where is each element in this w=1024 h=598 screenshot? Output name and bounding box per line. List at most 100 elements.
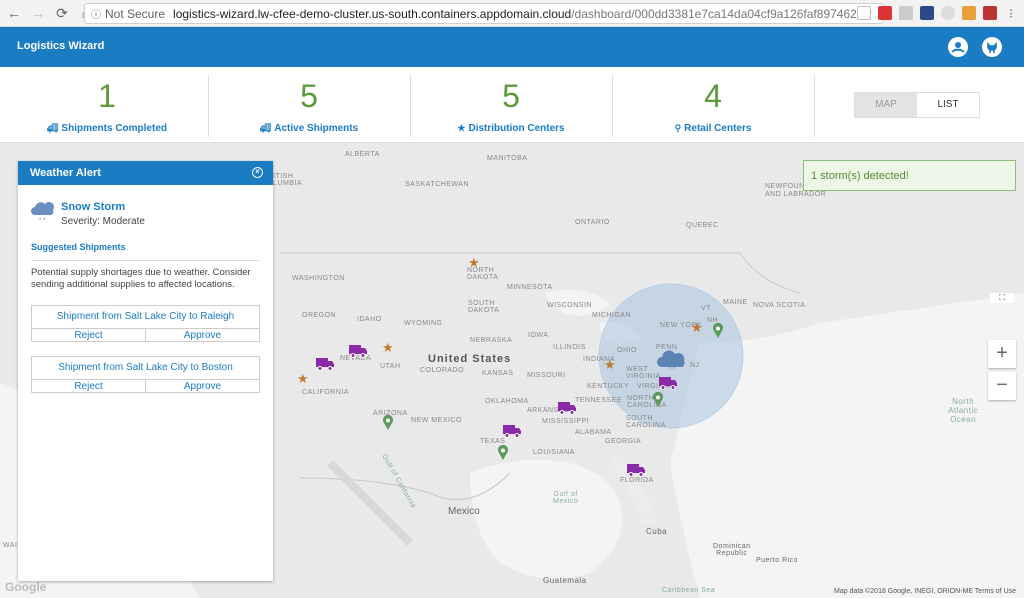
map-label: TEXAS xyxy=(480,438,506,445)
truck-icon: 🚚︎ xyxy=(46,123,59,133)
weather-alert-title: Weather Alert xyxy=(30,167,101,179)
app-header: Logistics Wizard xyxy=(0,27,1024,67)
snow-cloud-icon: * * xyxy=(31,202,54,223)
svg-text:* *: * * xyxy=(669,367,676,371)
extension-icon[interactable] xyxy=(941,6,955,20)
shipment-truck-icon[interactable] xyxy=(349,344,367,358)
map-label: Mexico xyxy=(448,506,480,517)
shipment-title[interactable]: Shipment from Salt Lake City to Boston xyxy=(32,357,259,380)
map-label: QUEBEC xyxy=(686,222,719,229)
star-icon: ★ xyxy=(457,123,466,133)
shipment-title[interactable]: Shipment from Salt Lake City to Raleigh xyxy=(32,306,259,329)
distribution-center-star-icon[interactable]: ★ xyxy=(691,320,703,336)
map-label: WYOMING xyxy=(404,320,443,327)
map-label: NOVA SCOTIA xyxy=(753,302,806,309)
retail-center-pin-icon[interactable] xyxy=(497,445,509,461)
map-label: Puerto Rico xyxy=(756,557,799,564)
list-view-button[interactable]: LIST xyxy=(917,93,979,117)
suggested-shipments-text: Potential supply shortages due to weathe… xyxy=(31,267,251,290)
map-view-button[interactable]: MAP xyxy=(855,93,917,117)
map-label: Caribbean Sea xyxy=(662,587,716,594)
app-title: Logistics Wizard xyxy=(17,40,105,52)
map-label: WISCONSIN xyxy=(547,302,592,309)
zoom-in-button[interactable]: + xyxy=(988,340,1016,368)
stat-value: 1 xyxy=(98,78,116,114)
approve-button[interactable]: Approve xyxy=(145,329,259,342)
stat-value: 5 xyxy=(502,78,520,114)
map-label: MISSISSIPPI xyxy=(542,418,590,425)
address-bar[interactable]: ⓘ Not Secure logistics-wizard.lw-cfee-de… xyxy=(84,3,884,24)
shipment-truck-icon[interactable] xyxy=(627,463,645,477)
extension-icon[interactable] xyxy=(899,6,913,20)
map-label: OKLAHOMA xyxy=(485,398,529,405)
reject-button[interactable]: Reject xyxy=(32,329,145,342)
map-label: KANSAS xyxy=(482,370,514,377)
distribution-center-star-icon[interactable]: ★ xyxy=(468,255,480,271)
retail-center-pin-icon[interactable] xyxy=(712,323,724,339)
stats-row: 1 🚚︎ Shipments Completed 5 🚚︎ Active Shipm… xyxy=(0,67,1024,143)
weather-alert-header: Weather Alert × xyxy=(18,161,273,185)
map-label: VT xyxy=(701,305,711,312)
menu-icon[interactable]: ⋮ xyxy=(1004,6,1018,20)
close-icon[interactable]: × xyxy=(252,167,263,178)
fullscreen-button[interactable]: ⛶ xyxy=(990,293,1014,303)
stat-label: Shipments Completed xyxy=(61,123,167,134)
map-label: NEW MEXICO xyxy=(411,417,462,424)
map-label: Dominican Republic xyxy=(713,543,751,557)
reload-icon[interactable]: ⟳ xyxy=(52,3,72,23)
map-label: UTAH xyxy=(380,363,401,370)
back-icon[interactable]: ← xyxy=(4,3,24,23)
map-label: MANITOBA xyxy=(487,155,528,162)
map-label: SOUTH CAROLINA xyxy=(626,415,666,429)
stat-value: 5 xyxy=(300,78,318,114)
map-label: IDAHO xyxy=(357,316,382,323)
google-logo: Google xyxy=(5,580,47,594)
distribution-center-star-icon[interactable]: ★ xyxy=(604,357,616,373)
shipment-truck-icon[interactable] xyxy=(503,424,521,438)
retail-center-pin-icon[interactable] xyxy=(382,415,394,431)
storm-name: Snow Storm xyxy=(61,201,126,213)
map-label: AND LABRADOR xyxy=(765,191,827,198)
shipment-truck-icon[interactable] xyxy=(558,401,576,415)
view-toggle-container: MAP LIST xyxy=(814,67,1024,143)
map-label: IOWA xyxy=(528,332,549,339)
extension-icon[interactable] xyxy=(878,6,892,20)
shipment-truck-icon[interactable] xyxy=(659,376,677,390)
github-icon[interactable] xyxy=(982,37,1002,57)
shipment-truck-icon[interactable] xyxy=(316,357,334,371)
stat-retail-centers[interactable]: 4 ⚲ Retail Centers xyxy=(612,67,814,143)
map-credit: Map data ©2018 Google, INEGI, ORION-ME T… xyxy=(834,588,1017,595)
extension-icon[interactable] xyxy=(920,6,934,20)
user-icon[interactable] xyxy=(948,37,968,57)
extension-icon[interactable] xyxy=(857,6,871,20)
map-label: ONTARIO xyxy=(575,219,610,226)
map-label: OHIO xyxy=(617,347,637,354)
map-label: ALABAMA xyxy=(575,429,612,436)
storm-toast: 1 storm(s) detected! xyxy=(803,160,1016,191)
stat-active-shipments[interactable]: 5 🚚︎ Active Shipments xyxy=(208,67,410,143)
forward-icon[interactable]: → xyxy=(28,3,48,23)
stat-distribution-centers[interactable]: 5 ★ Distribution Centers xyxy=(410,67,612,143)
map-label: Cuba xyxy=(646,527,668,536)
map-label: KENTUCKY xyxy=(587,383,630,390)
snow-storm-cloud-icon[interactable]: * * xyxy=(656,349,688,371)
stat-value: 4 xyxy=(704,78,722,114)
stat-shipments-completed[interactable]: 1 🚚︎ Shipments Completed xyxy=(6,67,208,143)
distribution-center-star-icon[interactable]: ★ xyxy=(297,371,309,387)
retail-center-pin-icon[interactable] xyxy=(652,392,664,408)
map-label: MICHIGAN xyxy=(592,312,631,319)
shipment-card: Shipment from Salt Lake City to Raleigh … xyxy=(31,305,260,342)
reject-button[interactable]: Reject xyxy=(32,380,145,393)
map-label: United States xyxy=(428,353,512,365)
extension-icon[interactable] xyxy=(983,6,997,20)
browser-toolbar: ← → ⟳ ⌂ ⓘ Not Secure logistics-wizard.lw… xyxy=(0,0,1024,27)
zoom-out-button[interactable]: − xyxy=(988,372,1016,400)
extension-icon[interactable] xyxy=(962,6,976,20)
map-label: MISSOURI xyxy=(527,372,566,379)
map-label: Guatemala xyxy=(543,576,587,585)
approve-button[interactable]: Approve xyxy=(145,380,259,393)
map-label: WASHINGTON xyxy=(292,275,345,282)
distribution-center-star-icon[interactable]: ★ xyxy=(382,340,394,356)
map-label: FLORIDA xyxy=(620,477,654,484)
security-label: Not Secure xyxy=(105,6,166,21)
